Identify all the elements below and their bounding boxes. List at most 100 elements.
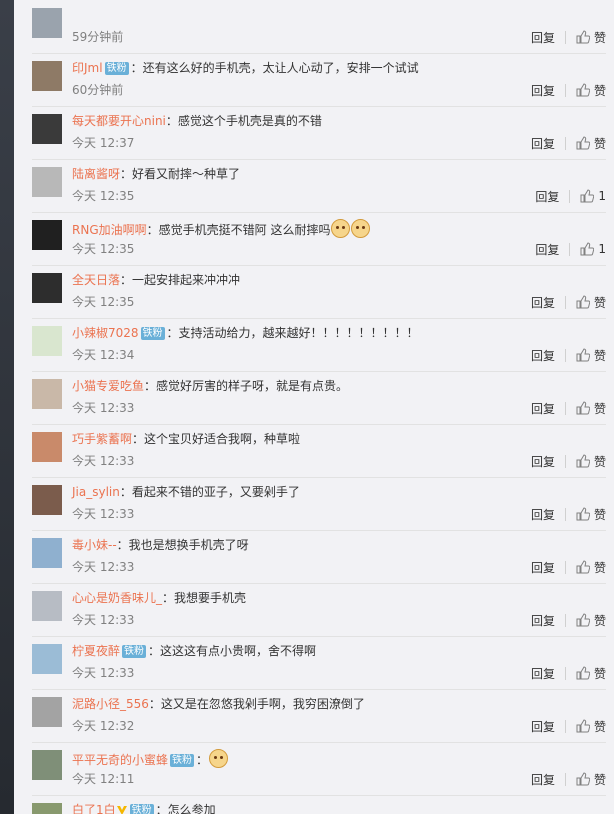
avatar[interactable] [32,273,62,303]
comment-line: 印Jml 铁粉 ：还有这么好的手机壳，太让人心动了，安排一个试试 [72,60,606,76]
like-button[interactable]: 赞 [576,294,606,311]
like-count: 赞 [593,507,606,522]
reply-button[interactable]: 回复 [535,188,559,205]
username-link[interactable]: 毒小妹-- [72,538,117,552]
comment-text: ：这又是在忽悠我剁手啊，我穷困潦倒了 [148,697,365,711]
avatar[interactable] [32,220,62,250]
comment-text: ：还有这么好的手机壳，太让人心动了，安排一个试试 [130,61,419,75]
comment-actions: 回复 赞 [531,29,606,45]
thumbs-up-icon [576,295,590,309]
avatar[interactable] [32,432,62,462]
comment-item: 白了1白 铁粉 ：怎么参加 [32,795,606,814]
thumbs-up-icon [576,348,590,362]
avatar[interactable] [32,644,62,674]
reply-button[interactable]: 回复 [531,718,555,735]
timestamp: 今天 12:33 [72,613,135,627]
reply-button[interactable]: 回复 [531,135,555,152]
thumbs-up-icon [576,772,590,786]
avatar[interactable] [32,8,62,38]
comment-line: Jia_sylin：看起来不错的亚子，又要剁手了 [72,484,606,500]
like-count: 赞 [593,719,606,734]
username-link[interactable]: 小猫专爱吃鱼 [72,379,144,393]
like-button[interactable]: 1 [580,242,606,256]
comment-list: 59分钟前 回复赞印Jml 铁粉 ：还有这么好的手机壳，太让人心动了，安排一个试试 60… [14,0,614,814]
avatar[interactable] [32,61,62,91]
comment-text: ：一起安排起来冲冲冲 [120,273,241,287]
username-link[interactable]: Jia_sylin [72,485,120,499]
username-link[interactable]: 全天日落 [72,273,120,287]
like-button[interactable]: 赞 [576,82,606,99]
comment-actions: 回复 赞 [531,453,606,469]
reply-button[interactable]: 回复 [535,241,559,258]
avatar[interactable] [32,167,62,197]
comment-actions: 回复 赞 [531,82,606,98]
username-link[interactable]: 泥路小径_556 [72,697,149,711]
like-button[interactable]: 赞 [576,400,606,417]
comment-actions: 回复 1 [535,241,606,257]
fan-badge: 铁粉 [170,754,195,767]
reply-button[interactable]: 回复 [531,612,555,629]
thumbs-up-icon [576,30,590,44]
like-button[interactable]: 赞 [576,453,606,470]
username-link[interactable]: 柠夏夜醉 [72,644,120,658]
avatar[interactable] [32,538,62,568]
reply-button[interactable]: 回复 [531,400,555,417]
like-button[interactable]: 1 [580,189,606,203]
avatar[interactable] [32,326,62,356]
like-button[interactable]: 赞 [576,665,606,682]
reply-button[interactable]: 回复 [531,559,555,576]
avatar[interactable] [32,379,62,409]
avatar[interactable] [32,803,62,814]
comment-text: ： [196,753,209,767]
reply-button[interactable]: 回复 [531,453,555,470]
username-link[interactable]: 心心是奶香味儿_ [72,591,162,605]
username-link[interactable]: 小辣椒7028 [72,326,139,340]
avatar[interactable] [32,697,62,727]
thumbs-up-icon [580,242,595,256]
avatar[interactable] [32,485,62,515]
like-count: 赞 [593,454,606,469]
timestamp: 今天 12:33 [72,560,135,574]
username-link[interactable]: 白了1白 [72,803,116,814]
divider [564,666,566,680]
thumbs-up-icon [576,83,590,97]
thumbs-up-icon [576,507,590,521]
username-link[interactable]: 每天都要开心nini [72,114,166,128]
username-link[interactable]: 平平无奇的小蜜蜂 [72,753,168,767]
like-button[interactable]: 赞 [576,29,606,46]
comment-text: ：好看又耐摔～种草了 [120,167,241,181]
like-button[interactable]: 赞 [576,135,606,152]
avatar[interactable] [32,750,62,780]
username-link[interactable]: 巧手紫蓄啊 [72,432,132,446]
like-button[interactable]: 赞 [576,718,606,735]
comment-actions: 回复 赞 [531,294,606,310]
scrollbar[interactable] [608,0,614,814]
username-link[interactable]: RNG加油啊啊 [72,223,147,237]
like-button[interactable]: 赞 [576,612,606,629]
avatar[interactable] [32,114,62,144]
reply-button[interactable]: 回复 [531,294,555,311]
like-button[interactable]: 赞 [576,771,606,788]
reply-button[interactable]: 回复 [531,82,555,99]
like-button[interactable]: 赞 [576,506,606,523]
comment-actions: 回复 赞 [531,347,606,363]
comment-item: RNG加油啊啊：感觉手机壳挺不错阿 这么耐摔吗 今天 12:35 回复 1 [32,212,606,266]
comment-text: ：感觉手机壳挺不错阿 这么耐摔吗 [146,223,331,237]
reply-button[interactable]: 回复 [531,665,555,682]
comment-line: RNG加油啊啊：感觉手机壳挺不错阿 这么耐摔吗 [72,219,606,238]
avatar[interactable] [32,591,62,621]
divider [569,242,571,256]
comment-item: 全天日落：一起安排起来冲冲冲 今天 12:35 回复 赞 [32,265,606,319]
comment-item: 心心是奶香味儿_：我想要手机壳 今天 12:33 回复 赞 [32,583,606,637]
reply-button[interactable]: 回复 [531,347,555,364]
like-button[interactable]: 赞 [576,347,606,364]
reply-button[interactable]: 回复 [531,29,555,46]
like-button[interactable]: 赞 [576,559,606,576]
reply-button[interactable]: 回复 [531,506,555,523]
username-link[interactable]: 印Jml [72,61,103,75]
username-link[interactable]: 陆离酱呀 [72,167,120,181]
comment-text: ：我也是想换手机壳了呀 [116,538,249,552]
comment-line: 柠夏夜醉 铁粉 ：这这这有点小贵啊，舍不得啊 [72,643,606,659]
like-count: 赞 [593,136,606,151]
reply-button[interactable]: 回复 [531,771,555,788]
